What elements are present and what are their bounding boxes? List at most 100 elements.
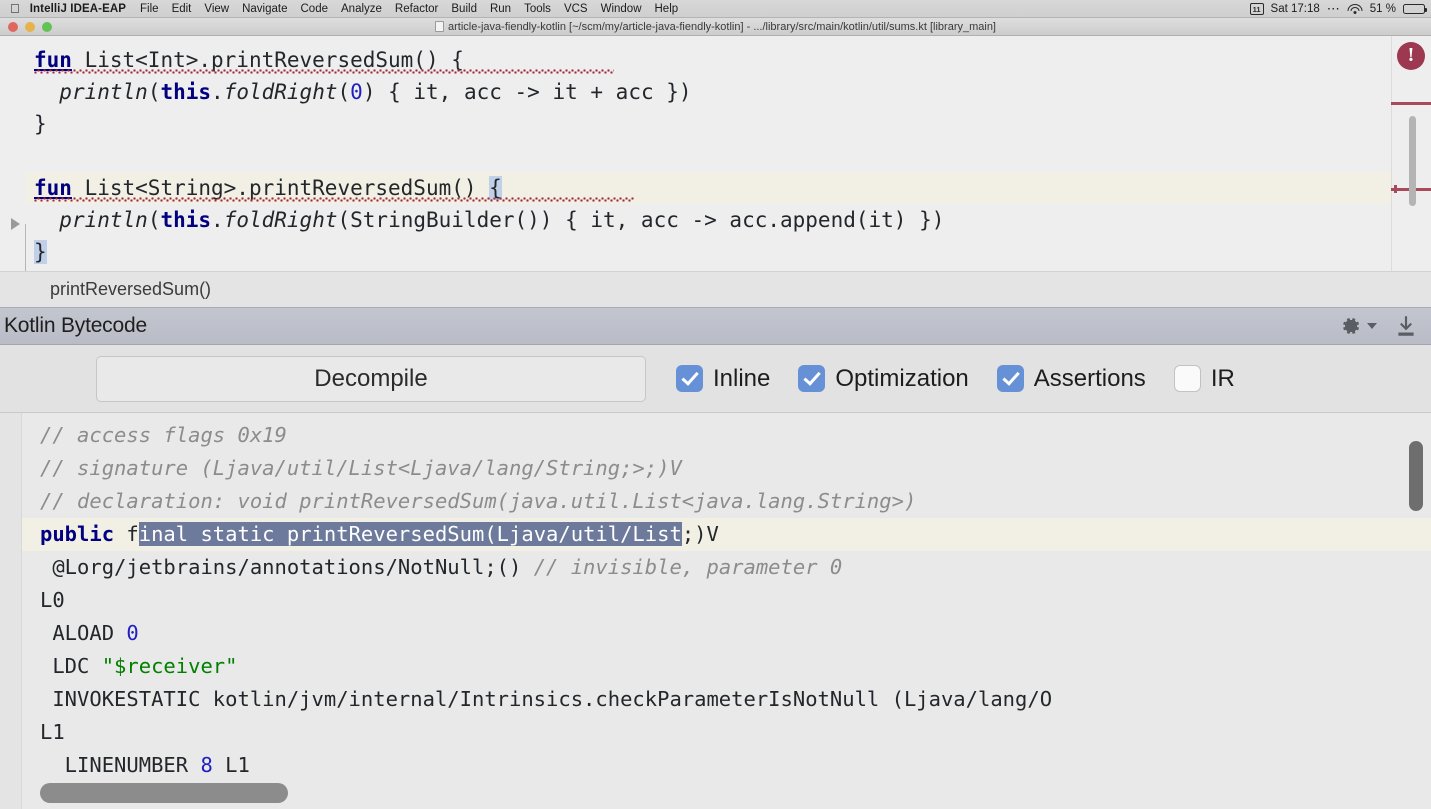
bytecode-line[interactable]: // signature (Ljava/util/List<Ljava/lang… — [22, 452, 1431, 485]
error-exclamation-icon[interactable]: ! — [1397, 42, 1425, 70]
editor-line[interactable]: println(this.foldRight(StringBuilder()) … — [26, 204, 1391, 236]
checkbox-label: Assertions — [1033, 364, 1146, 392]
bytecode-token: public — [40, 522, 115, 546]
bytecode-token: ALOAD — [40, 621, 127, 645]
fold-triangle-icon[interactable] — [11, 218, 20, 230]
editor-line[interactable]: fun List<Int>.printReversedSum() { — [26, 44, 1391, 76]
bytecode-token: "$receiver" — [101, 654, 238, 678]
toolwindow-title: Kotlin Bytecode — [4, 314, 147, 337]
editor-line[interactable]: } — [26, 108, 1391, 140]
download-icon[interactable] — [1393, 313, 1419, 339]
code-token: ( — [147, 208, 161, 232]
window-title: article-java-fiendly-kotlin [~/scm/my/ar… — [0, 21, 1431, 33]
horizontal-scrollbar-thumb[interactable] — [40, 783, 288, 803]
editor-line[interactable]: println(this.foldRight(0) { it, acc -> i… — [26, 76, 1391, 108]
bytecode-token: 8 — [200, 753, 213, 777]
error-marker-1[interactable] — [1391, 102, 1431, 105]
editor-line[interactable] — [26, 140, 1391, 172]
code-token: foldRight — [223, 80, 338, 104]
menu-item-help[interactable]: Help — [655, 3, 679, 15]
menu-item-edit[interactable]: Edit — [172, 3, 192, 15]
code-token: println — [59, 208, 148, 232]
document-icon — [434, 21, 444, 32]
breadcrumb[interactable]: printReversedSum() — [0, 271, 1431, 307]
editor-gutter[interactable] — [0, 36, 26, 271]
clock-label[interactable]: Sat 17:18 — [1271, 3, 1320, 15]
bytecode-line[interactable]: @Lorg/jetbrains/annotations/NotNull;() /… — [22, 551, 1431, 584]
menu-item-window[interactable]: Window — [601, 3, 642, 15]
bytecode-token: 0 — [126, 621, 139, 645]
close-button[interactable] — [8, 21, 18, 32]
bytecode-line[interactable]: LDC "$receiver" — [22, 650, 1431, 683]
menu-item-view[interactable]: View — [204, 3, 229, 15]
gear-icon[interactable] — [1337, 313, 1363, 339]
code-token: println — [59, 80, 148, 104]
apple-logo-icon[interactable]:  — [10, 2, 20, 15]
bytecode-token: // invisible, parameter 0 — [533, 555, 843, 579]
zoom-button[interactable] — [42, 21, 52, 32]
chevron-down-icon[interactable] — [1367, 323, 1377, 329]
menu-item-analyze[interactable]: Analyze — [341, 3, 382, 15]
menu-item-vcs[interactable]: VCS — [564, 3, 588, 15]
bytecode-token: LINENUMBER — [40, 753, 201, 777]
menu-app-name[interactable]: IntelliJ IDEA-EAP — [30, 3, 126, 15]
bytecode-line[interactable]: L0 — [22, 584, 1431, 617]
bytecode-options-toolbar: Decompile Inline Optimization Assertions IR — [0, 345, 1431, 413]
bytecode-line[interactable]: // declaration: void printReversedSum(ja… — [22, 485, 1431, 518]
code-token: } — [34, 112, 47, 136]
toolwindow-actions — [1337, 313, 1419, 339]
editor-marker-bar[interactable]: ! — [1391, 36, 1431, 271]
bytecode-line[interactable]: L1 — [22, 716, 1431, 749]
menubar-status-area: 11 Sat 17:18 ⋯ 51 % — [1249, 0, 1428, 18]
menu-item-build[interactable]: Build — [451, 3, 477, 15]
checkbox-label: Optimization — [835, 364, 969, 392]
editor-line[interactable]: } — [26, 236, 1391, 268]
checkbox-optimization[interactable]: Optimization — [798, 364, 969, 393]
checkbox-checked-icon[interactable] — [996, 365, 1024, 392]
checkbox-assertions[interactable]: Assertions — [996, 364, 1146, 393]
bytecode-token: @Lorg/jetbrains/annotations/NotNull;() — [40, 555, 534, 579]
bytecode-token: f — [114, 522, 139, 546]
minimize-button[interactable] — [25, 21, 35, 32]
editor-scrollbar-thumb[interactable] — [1409, 116, 1416, 206]
bytecode-view[interactable]: // access flags 0x19 // signature (Ljava/… — [0, 413, 1431, 809]
checkbox-label: Inline — [713, 364, 771, 392]
checkbox-checked-icon[interactable] — [798, 365, 826, 392]
breadcrumb-label[interactable]: printReversedSum() — [50, 279, 211, 300]
checkbox-unchecked-icon[interactable] — [1173, 365, 1201, 392]
bytecode-code-area[interactable]: // access flags 0x19 // signature (Ljava/… — [22, 413, 1431, 809]
menu-item-navigate[interactable]: Navigate — [242, 3, 287, 15]
calendar-icon[interactable]: 11 — [1249, 3, 1264, 15]
bytecode-line[interactable]: public final static printReversedSum(Lja… — [22, 518, 1431, 551]
menu-item-tools[interactable]: Tools — [524, 3, 551, 15]
battery-icon[interactable] — [1403, 4, 1428, 14]
bytecode-token: L1 — [40, 720, 65, 744]
menu-item-run[interactable]: Run — [490, 3, 511, 15]
editor-code-area[interactable]: fun List<Int>.printReversedSum() { print… — [26, 36, 1391, 271]
decompile-button[interactable]: Decompile — [96, 355, 646, 402]
menu-item-refactor[interactable]: Refactor — [395, 3, 438, 15]
code-token: this — [160, 208, 212, 232]
bytecode-token: // access flags 0x19 — [40, 423, 287, 447]
checkbox-inline[interactable]: Inline — [676, 365, 770, 393]
bytecode-line[interactable]: ALOAD 0 — [22, 617, 1431, 650]
code-token: . — [211, 208, 224, 232]
bytecode-line[interactable]: // access flags 0x19 — [22, 419, 1431, 452]
code-editor[interactable]: fun List<Int>.printReversedSum() { print… — [0, 36, 1431, 271]
checkbox-ir[interactable]: IR — [1173, 365, 1235, 393]
ellipsis-icon[interactable]: ⋯ — [1327, 2, 1341, 15]
vertical-scrollbar-thumb[interactable] — [1409, 441, 1423, 511]
check-mark-icon — [1002, 367, 1020, 386]
battery-percent-label: 51 % — [1369, 3, 1396, 15]
bytecode-token: L1 — [212, 753, 250, 777]
bytecode-line[interactable]: LINENUMBER 8 L1 — [22, 749, 1431, 782]
bytecode-line[interactable]: INVOKESTATIC kotlin/jvm/internal/Intrins… — [22, 683, 1431, 716]
editor-line[interactable]: fun List<String>.printReversedSum() { — [26, 172, 1391, 204]
settings-dropdown[interactable] — [1337, 313, 1377, 339]
wifi-icon[interactable] — [1347, 3, 1363, 15]
menu-item-file[interactable]: File — [140, 3, 159, 15]
menu-item-code[interactable]: Code — [301, 3, 329, 15]
checkbox-checked-icon[interactable] — [676, 365, 703, 392]
